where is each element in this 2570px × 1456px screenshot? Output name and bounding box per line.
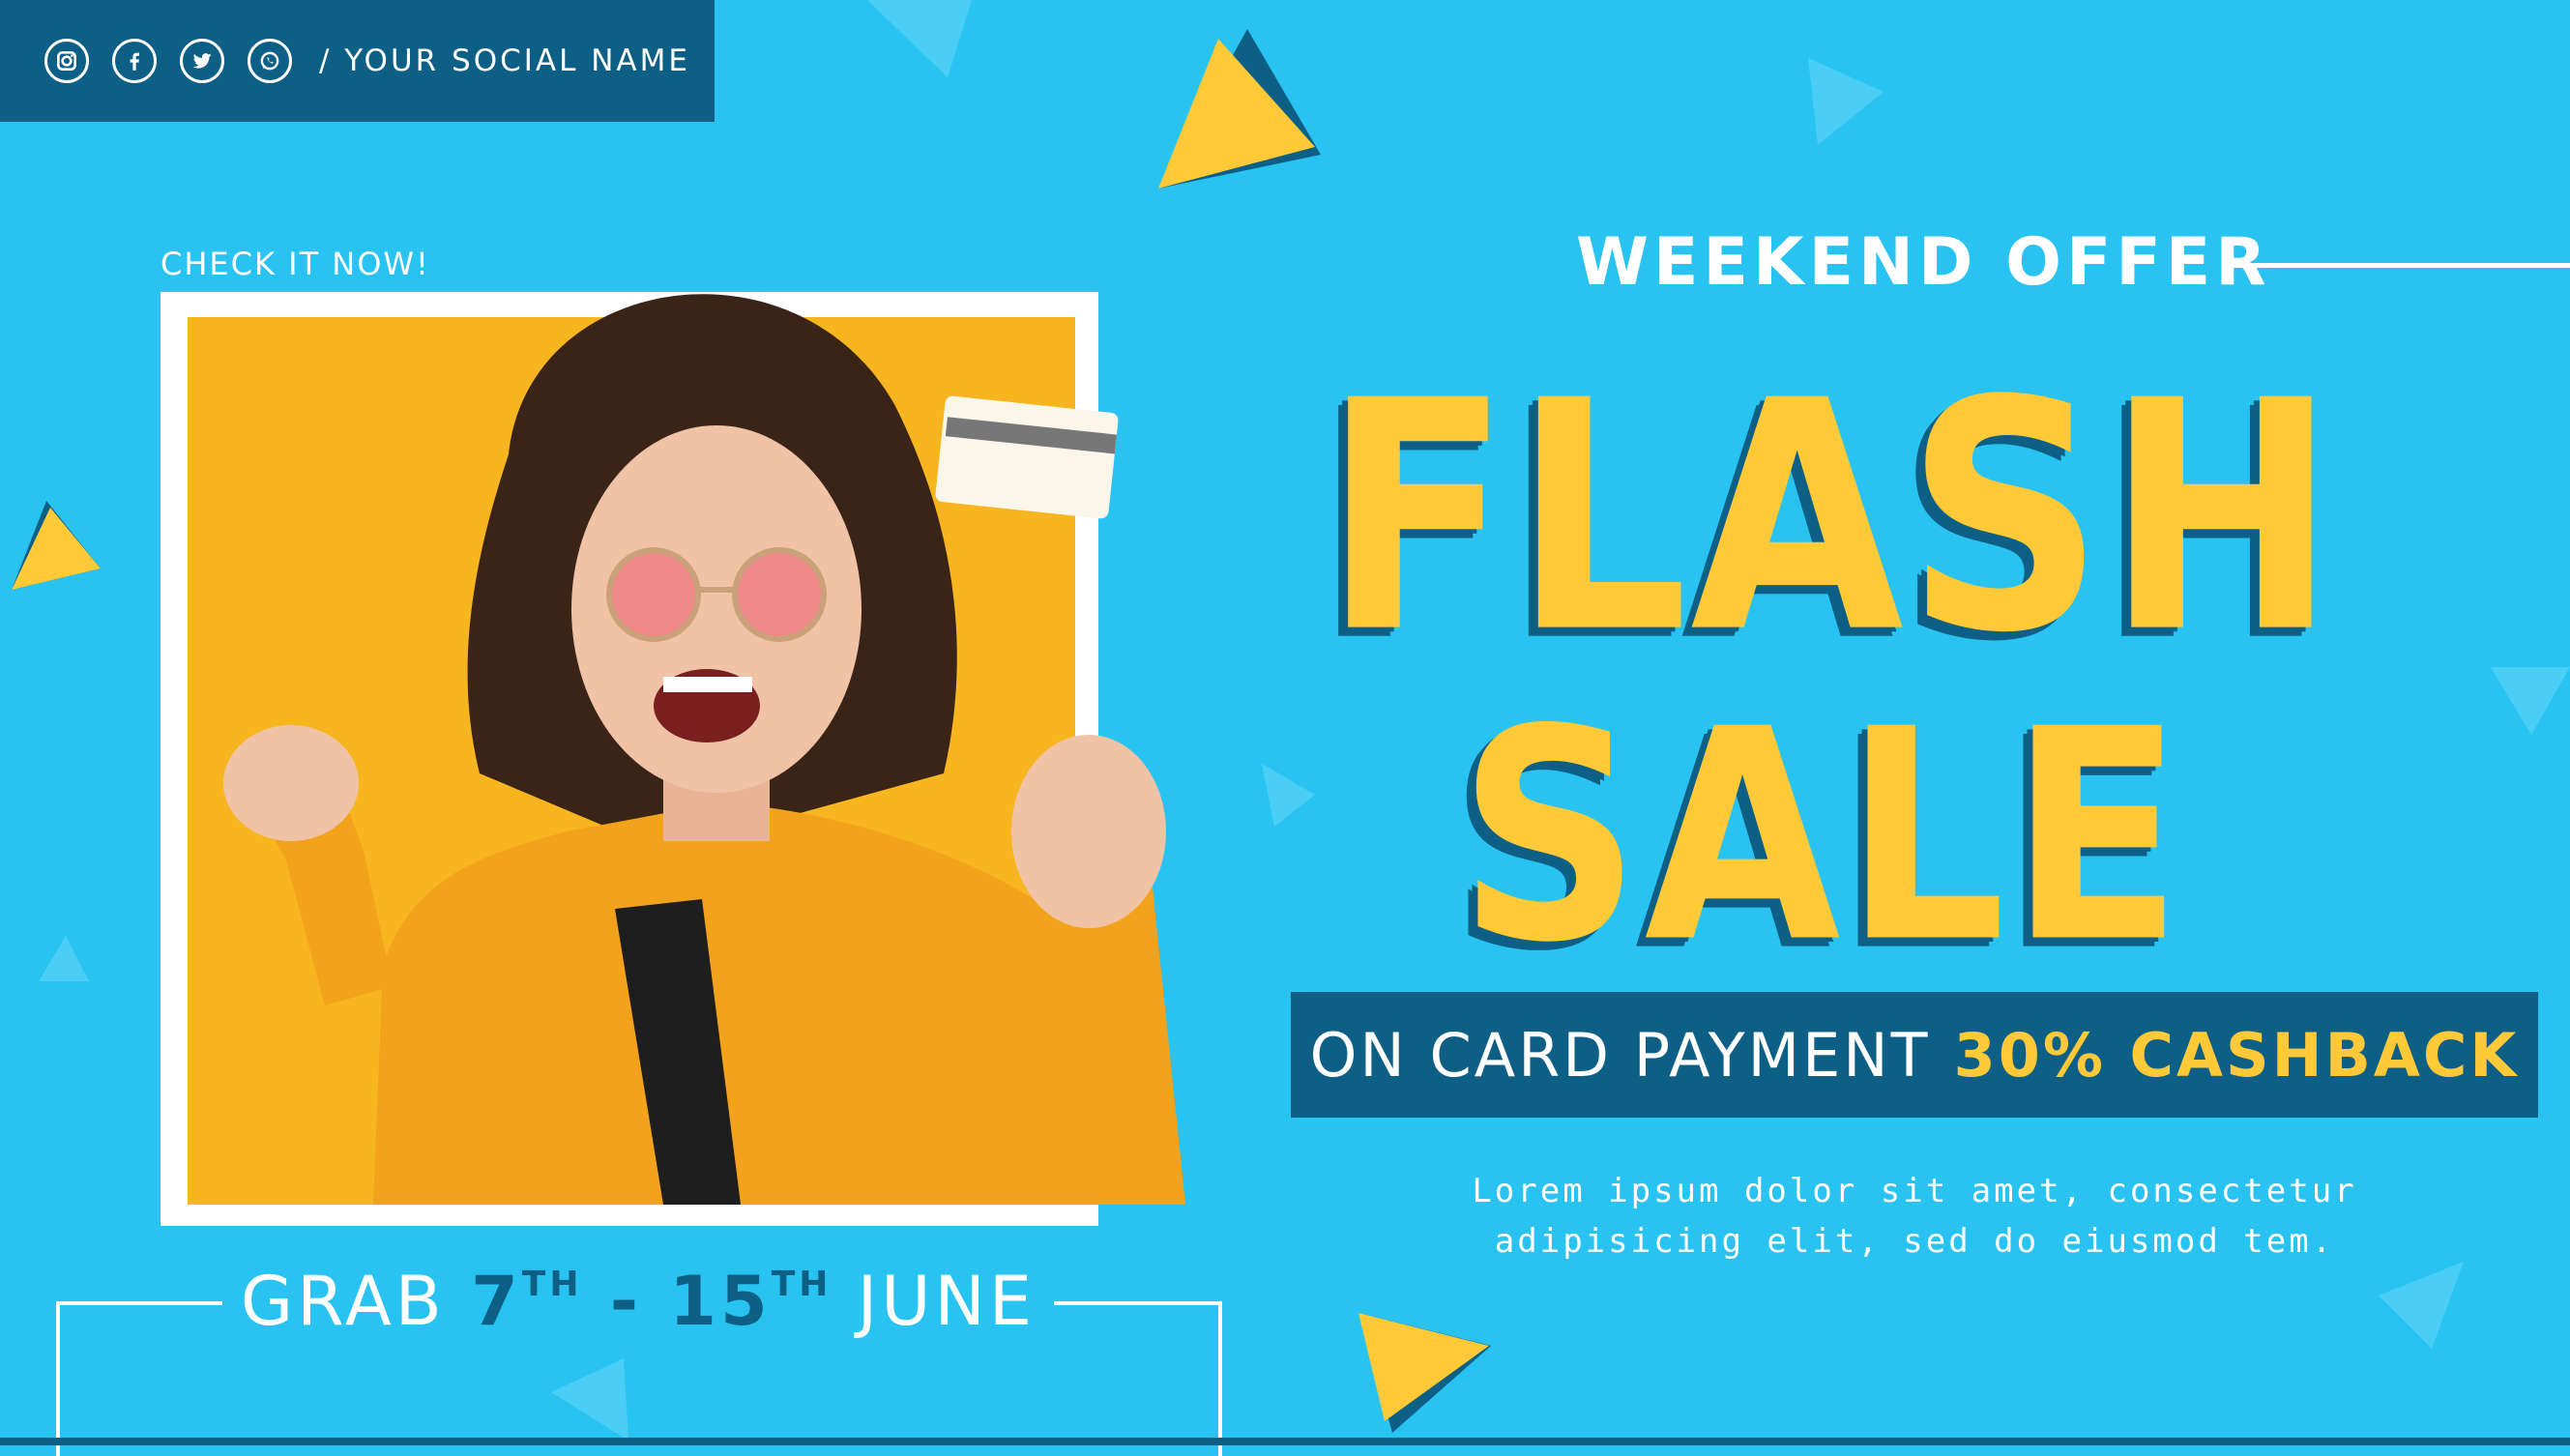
accent-triangle	[1158, 29, 1321, 189]
weekend-offer-label: WEEKEND OFFER	[1576, 224, 2271, 301]
headline-flash: FLASH	[1323, 334, 2339, 703]
social-name-label: / YOUR SOCIAL NAME	[319, 44, 690, 78]
grab-dates-label: GRAB 7TH - 15TH JUNE	[222, 1262, 1054, 1341]
headline-sale: SALE	[1458, 667, 2187, 1006]
smiling-woman-with-card-image	[223, 294, 1185, 1205]
triangle-shape	[39, 936, 89, 981]
triangle-shape	[2379, 1262, 2464, 1349]
description-line: adipisicing elit, sed do eiusmod tem.	[1494, 1222, 2335, 1261]
divider-line	[2232, 263, 2570, 268]
triangle-shape	[867, 0, 972, 77]
triangle-shape	[2491, 667, 2570, 735]
social-bar: / YOUR SOCIAL NAME	[0, 0, 715, 122]
twitter-icon[interactable]	[180, 39, 224, 83]
description-text: Lorem ipsum dolor sit amet, consectetur …	[1373, 1166, 2456, 1267]
whatsapp-icon[interactable]	[248, 39, 292, 83]
description-line: Lorem ipsum dolor sit amet, consectetur	[1472, 1172, 2357, 1210]
cashback-banner: ON CARD PAYMENT 30% CASHBACK	[1291, 992, 2538, 1118]
end-day-number: 15	[669, 1262, 772, 1341]
instagram-icon[interactable]	[44, 39, 89, 83]
facebook-icon[interactable]	[112, 39, 157, 83]
accent-triangle	[1358, 1313, 1491, 1433]
card-payment-label: ON CARD PAYMENT	[1309, 1019, 1931, 1091]
grab-prefix: GRAB	[240, 1262, 472, 1341]
accent-triangle	[12, 501, 101, 590]
start-day-number: 7	[471, 1262, 522, 1341]
start-day-suffix: TH	[521, 1265, 583, 1304]
triangle-shape	[1262, 764, 1315, 827]
bottom-border	[0, 1438, 2570, 1445]
start-day: 7TH - 15TH	[471, 1262, 832, 1341]
date-dash: -	[582, 1262, 670, 1341]
triangle-shape	[1808, 58, 1884, 145]
month-label: JUNE	[832, 1262, 1037, 1341]
end-day-suffix: TH	[771, 1265, 832, 1304]
cashback-label: 30% CASHBACK	[1953, 1019, 2520, 1091]
